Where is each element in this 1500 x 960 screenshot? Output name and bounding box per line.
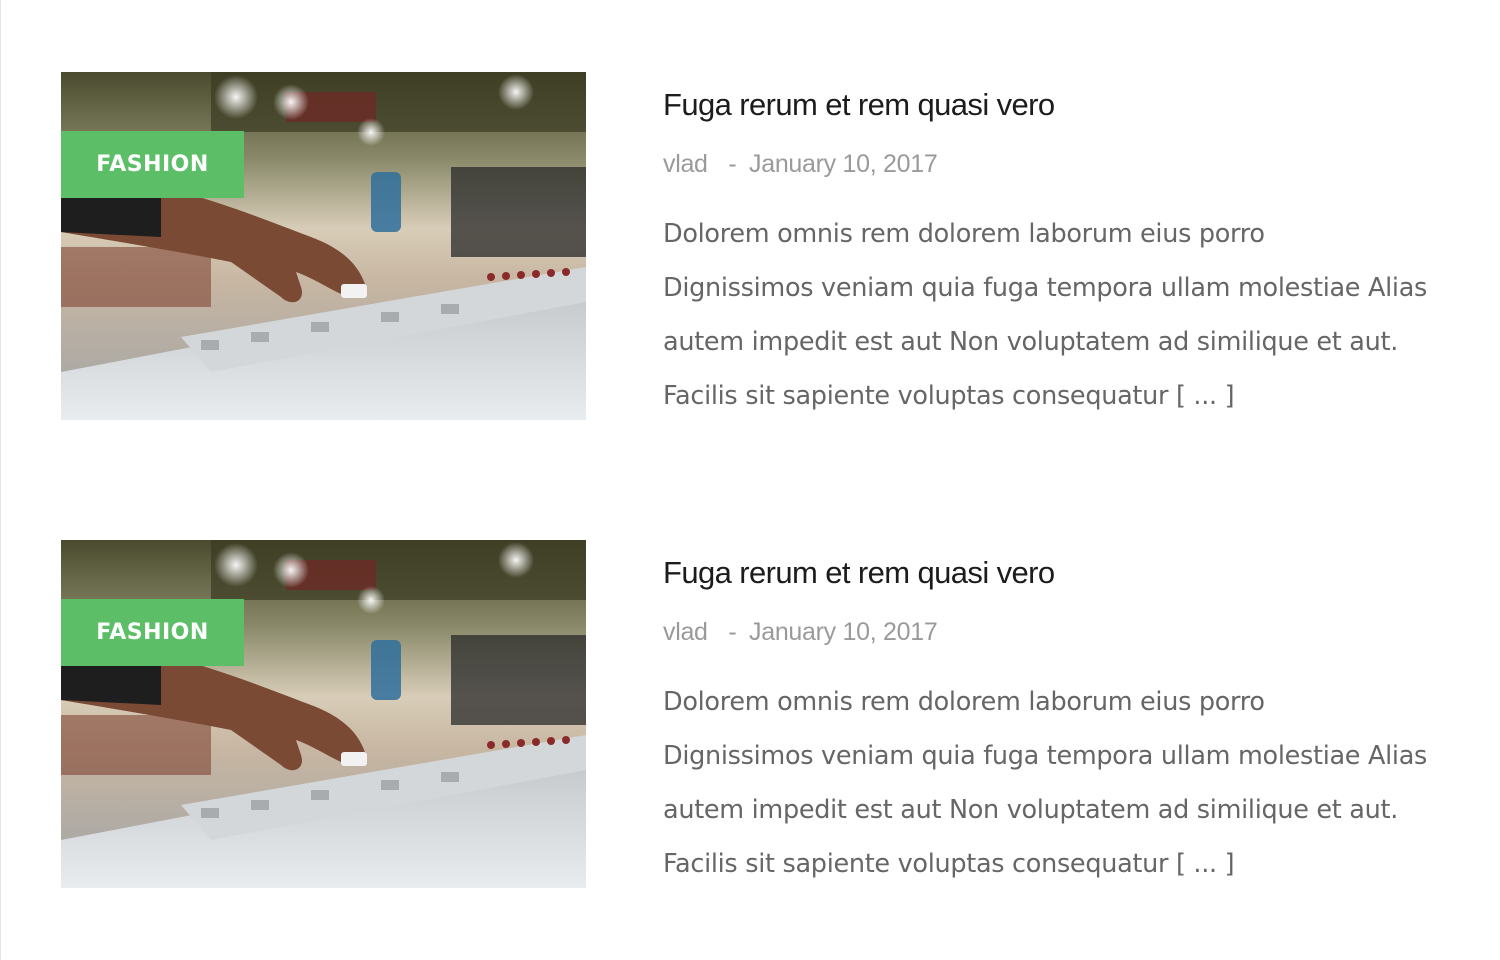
- meta-separator: -: [728, 150, 737, 178]
- post-excerpt: Dolorem omnis rem dolorem laborum eius p…: [663, 675, 1453, 891]
- excerpt-text: Facilis sit sapiente voluptas consequatu…: [663, 849, 1169, 879]
- excerpt-line: Dolorem omnis rem dolorem laborum eius p…: [663, 219, 1265, 249]
- read-more-link[interactable]: [ ... ]: [1176, 849, 1235, 879]
- post-author[interactable]: vlad: [663, 150, 708, 178]
- post-thumbnail[interactable]: FASHION: [61, 72, 586, 420]
- post-title[interactable]: Fuga rerum et rem quasi vero: [663, 85, 1453, 125]
- excerpt-line: Dolorem omnis rem dolorem laborum eius p…: [663, 687, 1265, 717]
- read-more-link[interactable]: [ ... ]: [1176, 381, 1235, 411]
- post-date[interactable]: January 10, 2017: [749, 150, 938, 178]
- post-card: FASHION Fuga rerum et rem quasi vero vla…: [61, 72, 1461, 420]
- post-list: FASHION Fuga rerum et rem quasi vero vla…: [0, 0, 1500, 960]
- excerpt-line: Dignissimos veniam quia fuga tempora ull…: [663, 741, 1428, 771]
- post-meta: vlad - January 10, 2017: [663, 617, 1453, 647]
- excerpt-line-last: Facilis sit sapiente voluptas consequatu…: [663, 837, 1453, 891]
- category-badge[interactable]: FASHION: [61, 131, 244, 198]
- excerpt-line: autem impedit est aut Non voluptatem ad …: [663, 795, 1399, 825]
- post-card: FASHION Fuga rerum et rem quasi vero vla…: [61, 540, 1461, 888]
- post-content: Fuga rerum et rem quasi vero vlad - Janu…: [663, 72, 1453, 423]
- post-title[interactable]: Fuga rerum et rem quasi vero: [663, 553, 1453, 593]
- post-author[interactable]: vlad: [663, 618, 708, 646]
- excerpt-line-last: Facilis sit sapiente voluptas consequatu…: [663, 369, 1453, 423]
- excerpt-line: Dignissimos veniam quia fuga tempora ull…: [663, 273, 1428, 303]
- post-meta: vlad - January 10, 2017: [663, 149, 1453, 179]
- post-excerpt: Dolorem omnis rem dolorem laborum eius p…: [663, 207, 1453, 423]
- mixing-console-photo: [61, 540, 586, 888]
- meta-separator: -: [728, 618, 737, 646]
- post-date[interactable]: January 10, 2017: [749, 618, 938, 646]
- excerpt-line: autem impedit est aut Non voluptatem ad …: [663, 327, 1399, 357]
- post-content: Fuga rerum et rem quasi vero vlad - Janu…: [663, 540, 1453, 891]
- category-badge[interactable]: FASHION: [61, 599, 244, 666]
- post-thumbnail[interactable]: FASHION: [61, 540, 586, 888]
- excerpt-text: Facilis sit sapiente voluptas consequatu…: [663, 381, 1169, 411]
- mixing-console-photo: [61, 72, 586, 420]
